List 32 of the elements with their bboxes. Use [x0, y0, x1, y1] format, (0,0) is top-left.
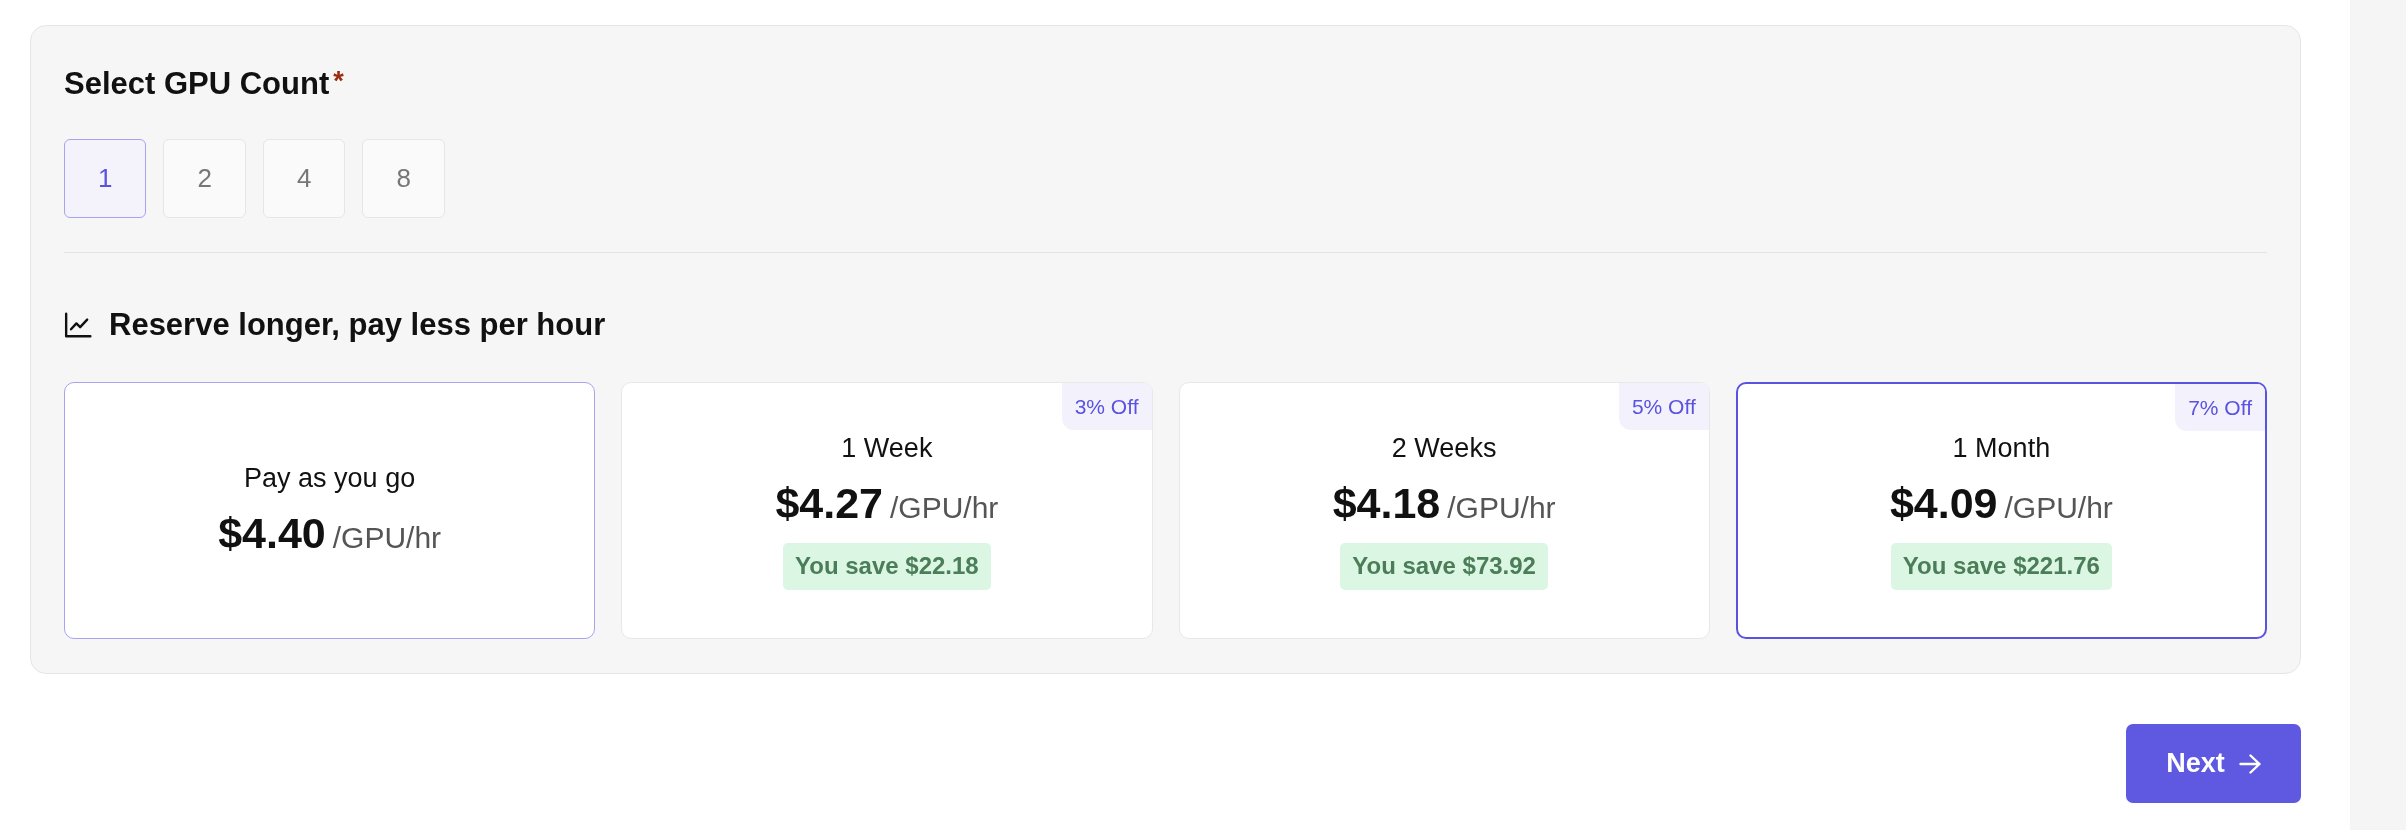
plan-name: 2 Weeks: [1391, 431, 1497, 464]
plan-price: $4.09: [1889, 478, 1998, 527]
price-unit: /GPU/hr: [1447, 489, 1556, 526]
section-title: Select GPU Count: [64, 66, 330, 102]
plan-name: 1 Week: [841, 431, 933, 464]
gpu-count-option[interactable]: 1: [64, 139, 147, 218]
plan-price: $4.18: [1332, 478, 1441, 527]
plan-name: 1 Month: [1952, 431, 2051, 464]
plan-name: Pay as you go: [244, 461, 416, 494]
plan-card[interactable]: 5% Off 2 Weeks $4.18 /GPU/hr You save $73.92: [1178, 382, 1710, 639]
line-chart-icon: [64, 312, 92, 338]
plan-card[interactable]: 3% Off 1 Week $4.27 /GPU/hr You save $22.18: [621, 382, 1153, 639]
discount-badge: 5% Off: [1618, 383, 1709, 430]
plan-price: $4.27: [775, 478, 883, 527]
required-mark: *: [333, 66, 344, 96]
arrow-right-icon: [2238, 753, 2261, 774]
gpu-count-option[interactable]: 2: [163, 139, 246, 218]
savings-badge: You save $221.76: [1890, 542, 2112, 590]
section-heading: Reserve longer, pay less per hour: [109, 307, 606, 343]
price-unit: /GPU/hr: [332, 519, 442, 556]
next-button[interactable]: Next: [2126, 724, 2301, 803]
discount-badge: 7% Off: [2175, 384, 2265, 431]
gpu-count-option[interactable]: 4: [262, 139, 346, 218]
savings-badge: You save $22.18: [783, 542, 991, 590]
price-unit: /GPU/hr: [890, 489, 999, 526]
plan-card[interactable]: 7% Off 1 Month $4.09 /GPU/hr You save $221.76: [1735, 382, 2267, 639]
discount-badge: 3% Off: [1061, 383, 1152, 430]
plan-price: $4.40: [218, 508, 326, 557]
price-unit: /GPU/hr: [2004, 489, 2113, 526]
gpu-count-option[interactable]: 8: [362, 139, 445, 218]
savings-badge: You save $73.92: [1340, 542, 1548, 590]
plan-card[interactable]: Pay as you go $4.40 /GPU/hr: [64, 382, 596, 639]
